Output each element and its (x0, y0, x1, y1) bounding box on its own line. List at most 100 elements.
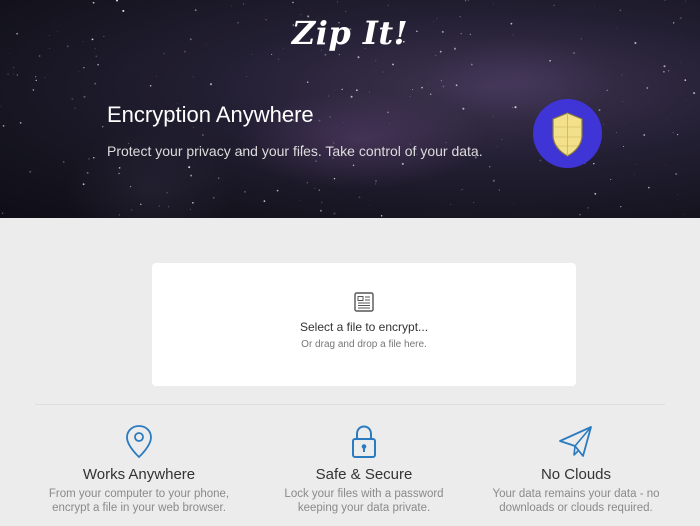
star (62, 161, 65, 163)
star (74, 107, 76, 109)
star (492, 179, 495, 182)
star (455, 84, 458, 87)
star (603, 123, 605, 125)
file-dropzone[interactable]: Select a file to encrypt... Or drag and … (152, 263, 576, 386)
star (647, 186, 650, 189)
star (189, 208, 191, 210)
star (318, 119, 321, 122)
star (277, 58, 280, 60)
star (194, 9, 197, 11)
star (327, 95, 330, 97)
feature-title: No Clouds (540, 466, 612, 483)
star (83, 95, 86, 98)
star (245, 76, 247, 77)
star (646, 87, 649, 89)
star (307, 81, 309, 83)
document-icon (354, 292, 374, 312)
star (9, 53, 10, 54)
shield-badge (533, 99, 602, 168)
star (118, 167, 121, 169)
star (337, 1, 338, 3)
feature-description-line: keeping your data private. (297, 502, 431, 514)
star (468, 0, 469, 1)
feature-description-line: downloads or clouds required. (499, 502, 653, 514)
star (39, 55, 41, 57)
star (459, 190, 461, 191)
star (625, 123, 627, 125)
star (462, 107, 465, 110)
star (450, 204, 451, 205)
star (492, 2, 494, 4)
star (12, 66, 15, 69)
star (319, 209, 322, 212)
star (44, 77, 46, 78)
star (412, 89, 414, 91)
star (131, 209, 133, 211)
star (677, 194, 679, 196)
star (409, 95, 411, 97)
star (82, 183, 85, 186)
star (35, 76, 37, 78)
star (369, 205, 370, 206)
star (19, 122, 22, 124)
star (97, 63, 99, 66)
feature-title: Works Anywhere (82, 466, 196, 483)
star (338, 54, 340, 56)
star (202, 134, 204, 136)
star (619, 9, 622, 12)
star (553, 4, 555, 7)
star (88, 157, 91, 160)
star (387, 111, 389, 114)
star (473, 202, 475, 203)
star (118, 214, 120, 216)
star (263, 200, 266, 202)
star (117, 7, 119, 9)
star (129, 185, 132, 188)
star (643, 134, 646, 136)
star (684, 79, 687, 81)
star (218, 177, 220, 179)
star (683, 213, 685, 215)
star (616, 132, 617, 133)
star (636, 163, 637, 165)
star (241, 137, 242, 138)
star (315, 160, 317, 162)
star (149, 84, 152, 87)
star (333, 212, 336, 215)
star (369, 91, 371, 93)
feature-safe-secure: Safe & Secure Lock your files with a pas… (254, 424, 474, 515)
star (514, 106, 517, 109)
star (375, 183, 377, 185)
star (32, 89, 35, 91)
star (392, 63, 394, 66)
star (352, 164, 355, 167)
star (676, 133, 679, 136)
star (13, 73, 15, 75)
main-content: Select a file to encrypt... Or drag and … (0, 218, 700, 526)
star (435, 54, 437, 57)
star (116, 0, 118, 2)
star (375, 60, 377, 62)
app-logo[interactable]: Zip It! (0, 14, 700, 52)
paper-plane-icon (559, 426, 592, 457)
star (549, 60, 551, 62)
star (333, 177, 336, 180)
star (321, 201, 323, 204)
star (86, 171, 89, 174)
star (350, 95, 353, 98)
feature-description-line: From your computer to your phone, (48, 488, 230, 500)
feature-description-line: Your data remains your data - no (492, 488, 660, 500)
star (118, 172, 120, 175)
star (498, 189, 500, 191)
star (375, 180, 377, 183)
star (380, 215, 383, 217)
star (357, 56, 360, 59)
star (92, 1, 95, 4)
star (244, 191, 246, 193)
star (83, 67, 85, 69)
star (29, 170, 32, 173)
dropzone-title[interactable]: Select a file to encrypt... (152, 320, 576, 334)
star (172, 164, 174, 165)
star (271, 53, 273, 55)
star (314, 187, 316, 189)
